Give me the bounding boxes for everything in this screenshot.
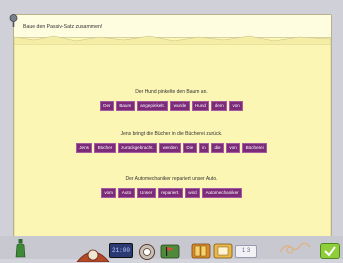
- task-3: Der Automechaniker repariert unser Auto.…: [0, 176, 343, 198]
- word-tile[interactable]: wurde: [170, 101, 190, 111]
- card-icon[interactable]: [213, 243, 233, 259]
- page-indicator[interactable]: 1 3: [235, 245, 257, 258]
- word-tile[interactable]: repariert.: [157, 188, 183, 198]
- word-tile[interactable]: vom: [100, 188, 117, 198]
- instruction-text: Baue den Passiv-Satz zusammen!: [23, 24, 103, 30]
- bottle-icon[interactable]: [15, 239, 26, 258]
- flag-icon[interactable]: [160, 244, 180, 259]
- doodle-icon: [279, 242, 311, 254]
- word-tile-row: vom Auto Unser repariert. wird Automecha…: [0, 188, 343, 198]
- word-tile[interactable]: die: [211, 143, 224, 153]
- word-tile[interactable]: werden: [159, 143, 182, 153]
- word-tile[interactable]: Der: [99, 101, 114, 111]
- task-1: Der Hund pinkelte den Baum an. Der Baum …: [0, 89, 343, 111]
- active-sentence: Jens bringt die Bücher in die Bücherei z…: [120, 131, 223, 137]
- torn-edge-decoration: [14, 35, 331, 45]
- active-sentence: Der Hund pinkelte den Baum an.: [135, 89, 208, 95]
- word-tile[interactable]: von: [229, 101, 244, 111]
- word-tile[interactable]: in: [198, 143, 210, 153]
- word-tile-row: Jens Bücher zurückgebracht. werden Die i…: [0, 143, 343, 153]
- word-tile[interactable]: wird: [184, 188, 201, 198]
- word-tile-row: Der Baum angepinkelt. wurde Hund dem von: [0, 101, 343, 111]
- word-tile[interactable]: zurückgebracht.: [117, 143, 158, 153]
- check-icon: [324, 246, 336, 257]
- word-tile[interactable]: Hund: [191, 101, 210, 111]
- word-tile[interactable]: von: [226, 143, 241, 153]
- word-tile[interactable]: dem: [211, 101, 228, 111]
- word-tile[interactable]: Unser: [136, 188, 156, 198]
- ring-icon[interactable]: [137, 243, 157, 260]
- task-2: Jens bringt die Bücher in die Bücherei z…: [0, 131, 343, 153]
- word-tile[interactable]: Automechaniker: [202, 188, 243, 198]
- clock-display: 21:00: [109, 243, 133, 258]
- pin-icon: [9, 14, 18, 27]
- ring-icon[interactable]: [75, 244, 111, 262]
- word-tile[interactable]: Die: [183, 143, 197, 153]
- worksheet-paper: [13, 14, 332, 238]
- word-tile[interactable]: Bücher: [94, 143, 116, 153]
- active-sentence: Der Automechaniker repariert unser Auto.: [125, 176, 218, 182]
- check-button[interactable]: [320, 243, 340, 259]
- word-tile[interactable]: Baum: [115, 101, 135, 111]
- word-tile[interactable]: Bücherei: [242, 143, 268, 153]
- word-tile[interactable]: Auto: [118, 188, 135, 198]
- word-tile[interactable]: Jens: [75, 143, 93, 153]
- book-icon[interactable]: [191, 243, 211, 259]
- word-tile[interactable]: angepinkelt.: [136, 101, 169, 111]
